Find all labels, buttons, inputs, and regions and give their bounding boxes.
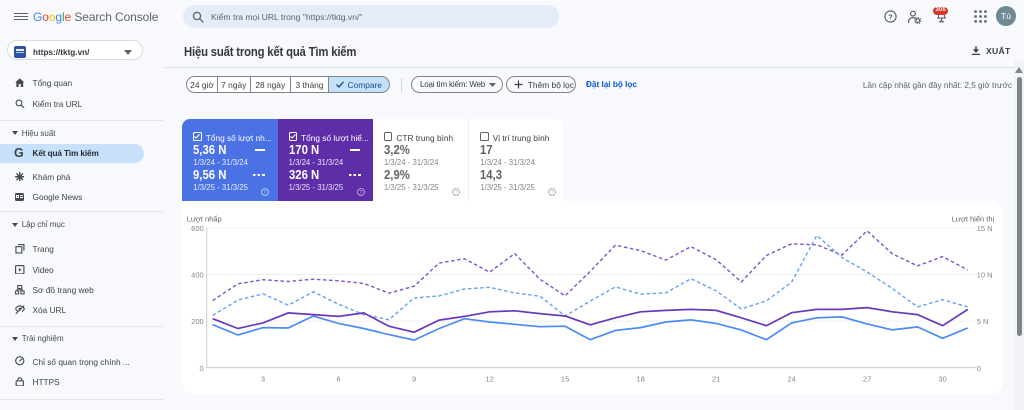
svg-text:?: ? (264, 190, 267, 196)
svg-text:Lượt hiển thị: Lượt hiển thị (952, 215, 995, 224)
svg-text:18: 18 (637, 375, 645, 384)
svg-text:200: 200 (191, 317, 204, 326)
svg-text:27: 27 (863, 375, 871, 384)
svg-text:Lượt nhấp: Lượt nhấp (187, 215, 222, 224)
svg-text:?: ? (551, 190, 554, 196)
svg-text:24: 24 (788, 375, 796, 384)
svg-text:600: 600 (191, 224, 204, 233)
svg-text:?: ? (888, 12, 893, 21)
svg-text:0: 0 (977, 364, 981, 373)
svg-text:15 N: 15 N (977, 224, 993, 233)
svg-text:15: 15 (561, 375, 569, 384)
svg-text:5 N: 5 N (977, 317, 989, 326)
svg-text:6: 6 (337, 375, 341, 384)
svg-text:3: 3 (261, 375, 265, 384)
svg-text:9: 9 (412, 375, 416, 384)
svg-text:400: 400 (191, 271, 204, 280)
svg-text:30: 30 (939, 375, 947, 384)
svg-text:21: 21 (712, 375, 720, 384)
svg-text:?: ? (359, 190, 362, 196)
svg-text:?: ? (454, 190, 457, 196)
svg-text:0: 0 (200, 364, 204, 373)
svg-text:12: 12 (486, 375, 494, 384)
svg-text:10 N: 10 N (977, 271, 993, 280)
